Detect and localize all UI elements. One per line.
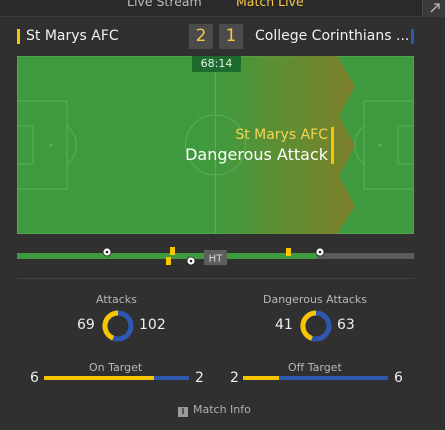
popout-button[interactable] <box>422 0 445 16</box>
on-target-label: On Target <box>89 361 143 374</box>
on-target-away-value: 2 <box>195 370 204 386</box>
event-team-name: St Marys AFC <box>235 127 328 143</box>
attacks-label: Attacks <box>96 293 137 306</box>
info-icon: i <box>178 407 188 417</box>
event-label: Dangerous Attack <box>185 145 328 164</box>
off-target-label: Off Target <box>288 361 342 374</box>
dangerous-attacks-home-value: 41 <box>275 317 293 333</box>
off-target-home-bar <box>243 376 279 380</box>
away-team-color-bar <box>411 29 414 44</box>
halftime-marker: HT <box>209 254 224 265</box>
match-info-link[interactable]: i Match Info <box>178 403 251 417</box>
on-target-home-bar <box>44 376 154 380</box>
attacks-away-value: 102 <box>139 317 166 333</box>
dangerous-attacks-label: Dangerous Attacks <box>263 293 367 306</box>
off-target-away-value: 6 <box>394 370 403 386</box>
top-tab-bar: Live Stream Match Live <box>0 0 445 17</box>
home-team-name: St Marys AFC <box>26 28 119 44</box>
attacks-donut <box>102 310 134 342</box>
event-team-color-bar <box>331 127 334 164</box>
popout-icon <box>430 3 440 13</box>
off-target-away-bar <box>279 376 388 380</box>
tab-match-live[interactable]: Match Live <box>236 0 304 9</box>
home-team-color-bar <box>17 29 20 44</box>
off-target-home-value: 2 <box>230 370 239 386</box>
dangerous-attacks-away-value: 63 <box>337 317 355 333</box>
divider <box>17 278 414 279</box>
match-clock: 68:14 <box>192 56 241 72</box>
home-score: 2 <box>189 24 213 49</box>
match-timeline: HT <box>17 247 414 266</box>
on-target-home-value: 6 <box>30 370 39 386</box>
tab-live-stream[interactable]: Live Stream <box>127 0 202 9</box>
scoreboard: St Marys AFC 2 1 College Corinthians ... <box>0 24 445 52</box>
away-score: 1 <box>219 24 243 49</box>
attacks-home-value: 69 <box>77 317 95 333</box>
match-info-label: Match Info <box>193 403 251 416</box>
away-team-name: College Corinthians ... <box>255 28 410 44</box>
on-target-away-bar <box>154 376 189 380</box>
dangerous-attacks-donut <box>300 310 332 342</box>
